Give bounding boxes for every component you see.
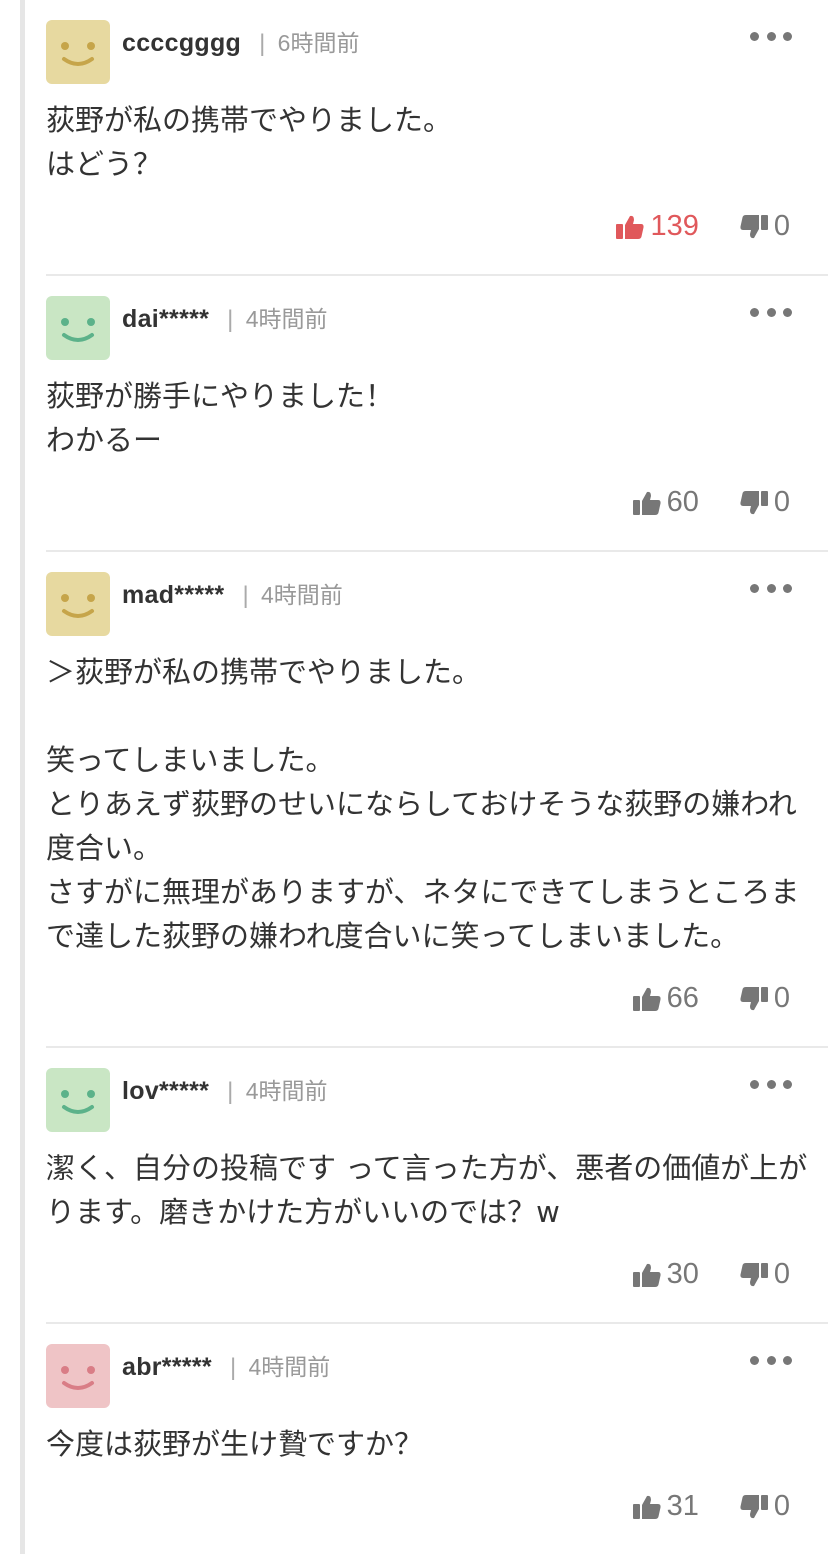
username[interactable]: lov*****	[122, 1077, 209, 1105]
more-options-icon[interactable]	[750, 22, 792, 50]
dislike-count: 0	[773, 210, 790, 242]
dislike-count: 0	[773, 1258, 790, 1290]
comment-header: abr***** | 4時間前	[122, 1348, 330, 1382]
thumbs-down-icon	[739, 986, 774, 1012]
avatar[interactable]	[46, 296, 110, 360]
smiley-face-icon	[61, 1366, 95, 1390]
like-button[interactable]: 60	[632, 486, 699, 519]
like-button[interactable]: 139	[615, 210, 699, 243]
comment-item: abr***** | 4時間前 今度は荻野が生け贄ですか？ 31 0	[46, 1324, 828, 1554]
more-options-icon[interactable]	[750, 1070, 792, 1098]
smiley-face-icon	[61, 594, 95, 618]
avatar[interactable]	[46, 1344, 110, 1408]
timestamp: 4時間前	[248, 1354, 331, 1380]
like-count: 66	[666, 982, 699, 1014]
like-count: 60	[666, 486, 699, 518]
more-options-icon[interactable]	[750, 298, 792, 326]
thumbs-up-icon	[632, 986, 667, 1012]
like-count: 30	[666, 1258, 699, 1290]
thread-rail	[20, 0, 25, 1554]
thumbs-down-icon	[739, 490, 774, 516]
header-separator: |	[242, 582, 249, 609]
comment-item: mad***** | 4時間前 ＞荻野が私の携帯でやりました。 笑ってしまいました。…	[46, 552, 828, 1048]
thumbs-up-icon	[632, 490, 667, 516]
comment-text: 荻野が勝手にやりました！ わかるー	[46, 379, 395, 457]
comment-text: 今度は荻野が生け贄ですか？	[46, 1427, 424, 1461]
thumbs-up-icon	[632, 1494, 667, 1520]
header-separator: |	[229, 1354, 237, 1381]
vote-bar: 30 0	[632, 1258, 790, 1291]
comment-item: lov***** | 4時間前 潔く、自分の投稿です って言った方が、悪者の価値が上…	[46, 1048, 828, 1324]
dislike-count: 0	[773, 486, 790, 518]
username[interactable]: dai*****	[122, 305, 209, 333]
thumbs-down-icon	[739, 214, 774, 240]
like-button[interactable]: 30	[632, 1258, 699, 1291]
comment-item: dai***** | 4時間前 荻野が勝手にやりました！ わかるー 60 0	[46, 276, 828, 552]
username[interactable]: abr*****	[122, 1353, 212, 1381]
thumbs-down-icon	[739, 1494, 774, 1520]
like-count: 139	[650, 210, 699, 242]
timestamp: 4時間前	[261, 582, 343, 608]
like-count: 31	[666, 1490, 699, 1522]
thumbs-up-icon	[615, 214, 650, 240]
smiley-face-icon	[61, 42, 95, 66]
header-separator: |	[259, 30, 266, 57]
dislike-count: 0	[773, 982, 790, 1014]
timestamp: 4時間前	[245, 306, 328, 332]
dislike-button[interactable]: 0	[739, 1490, 790, 1523]
like-button[interactable]: 31	[632, 1490, 699, 1523]
thumbs-up-icon	[632, 1262, 667, 1288]
vote-bar: 60 0	[632, 486, 790, 519]
username[interactable]: ccccgggg	[122, 29, 241, 57]
vote-bar: 66 0	[632, 982, 790, 1015]
username[interactable]: mad*****	[122, 581, 224, 609]
vote-bar: 31 0	[632, 1490, 790, 1523]
smiley-face-icon	[61, 318, 95, 342]
like-button[interactable]: 66	[632, 982, 699, 1015]
header-separator: |	[227, 1078, 234, 1105]
timestamp: 4時間前	[245, 1078, 328, 1104]
comment-header: dai***** | 4時間前	[122, 300, 328, 334]
vote-bar: 139 0	[615, 210, 790, 243]
comment-text: 荻野が私の携帯でやりました。 はどう？	[46, 103, 453, 181]
more-options-icon[interactable]	[750, 574, 792, 602]
avatar[interactable]	[46, 20, 110, 84]
dislike-count: 0	[773, 1490, 790, 1522]
comment-text: ＞荻野が私の携帯でやりました。 笑ってしまいました。 とりあえず荻野のせいになら…	[46, 655, 800, 953]
thumbs-down-icon	[739, 1262, 774, 1288]
dislike-button[interactable]: 0	[739, 982, 790, 1015]
more-options-icon[interactable]	[750, 1346, 792, 1374]
avatar[interactable]	[46, 1068, 110, 1132]
dislike-button[interactable]: 0	[739, 486, 790, 519]
avatar[interactable]	[46, 572, 110, 636]
comment-header: ccccgggg | 6時間前	[122, 24, 359, 58]
dislike-button[interactable]: 0	[739, 1258, 790, 1291]
comment-header: lov***** | 4時間前	[122, 1072, 328, 1106]
header-separator: |	[227, 306, 234, 333]
comment-text: 潔く、自分の投稿です って言った方が、悪者の価値が上がります。磨きかけた方がいい…	[46, 1151, 808, 1229]
timestamp: 6時間前	[277, 30, 360, 56]
comment-header: mad***** | 4時間前	[122, 576, 343, 610]
comment-item: ccccgggg | 6時間前 荻野が私の携帯でやりました。 はどう？ 139 0	[46, 0, 828, 276]
dislike-button[interactable]: 0	[739, 210, 790, 243]
smiley-face-icon	[61, 1090, 95, 1114]
